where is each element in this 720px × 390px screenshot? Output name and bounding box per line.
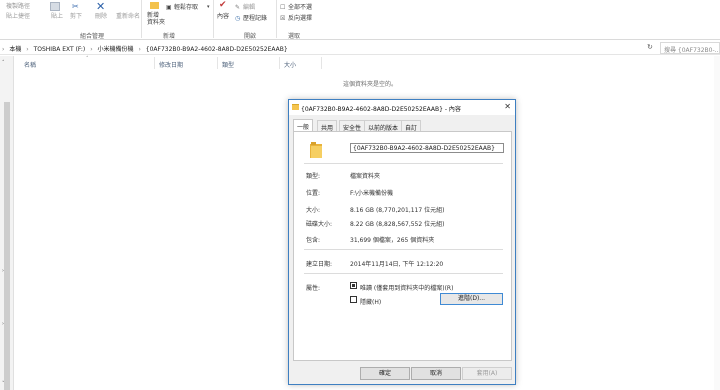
paste-button[interactable]: 貼上 bbox=[51, 13, 63, 20]
tab-customize[interactable]: 自訂 bbox=[401, 120, 422, 132]
readonly-checkbox[interactable] bbox=[350, 282, 357, 289]
edit-icon: ✎ bbox=[235, 4, 241, 11]
breadcrumb-item[interactable]: 小米機備份機 bbox=[98, 46, 134, 53]
navigation-pane: ˄ › › ˅ bbox=[0, 56, 14, 390]
rename-button[interactable]: 重新命名 bbox=[116, 13, 140, 20]
general-tab-panel: {0AF732B0-B9A2-4602-8A8D-D2E50252EAAB} 類… bbox=[293, 131, 512, 361]
breadcrumb-item[interactable]: TOSHIBA EXT (F:) bbox=[34, 46, 86, 53]
easy-access-button[interactable]: 輕鬆存取 bbox=[174, 4, 198, 11]
paste-icon bbox=[50, 2, 60, 11]
chevron-right-icon: › bbox=[90, 46, 93, 53]
column-divider[interactable] bbox=[217, 57, 218, 69]
size-value: 8.16 GB (8,770,201,117 位元組) bbox=[350, 207, 445, 214]
refresh-icon[interactable]: ↻ bbox=[647, 43, 653, 51]
contains-value: 31,699 個檔案，265 個資料夾 bbox=[350, 237, 435, 244]
divider bbox=[304, 163, 503, 164]
tab-previous-versions[interactable]: 以前的版本 bbox=[364, 120, 403, 132]
properties-button[interactable]: 內容 bbox=[217, 13, 229, 20]
invert-selection-icon: ☒ bbox=[280, 15, 286, 22]
location-label: 位置: bbox=[306, 190, 321, 197]
address-bar[interactable]: › 本機 › TOSHIBA EXT (F:) › 小米機備份機 › {0AF7… bbox=[0, 41, 720, 55]
chevron-right-icon[interactable]: › bbox=[2, 321, 4, 327]
column-divider[interactable] bbox=[279, 57, 280, 69]
chevron-right-icon: › bbox=[26, 46, 29, 53]
folder-name-field[interactable]: {0AF732B0-B9A2-4602-8A8D-D2E50252EAAB} bbox=[350, 143, 504, 153]
created-value: 2014年11月14日, 下午 12:12:20 bbox=[350, 261, 444, 268]
select-none-icon: ☐ bbox=[280, 4, 286, 11]
tab-general[interactable]: 一般 bbox=[293, 119, 314, 131]
close-icon[interactable]: ✕ bbox=[504, 102, 511, 111]
folder-icon bbox=[292, 104, 299, 110]
hidden-checkbox-label[interactable]: 隱藏(H) bbox=[360, 297, 381, 306]
properties-dialog: {0AF732B0-B9A2-4602-8A8D-D2E50252EAAB} -… bbox=[288, 99, 516, 385]
tab-sharing[interactable]: 共用 bbox=[317, 120, 338, 132]
ribbon: 複製路徑 貼上捷徑 貼上 ✂ 剪下 組合管理 ✕ 刪除 重新命名 新增 資料夾 … bbox=[0, 0, 720, 40]
history-button[interactable]: 歷程記錄 bbox=[243, 15, 267, 22]
invert-selection-button[interactable]: 反向選擇 bbox=[288, 15, 312, 22]
select-group-label: 選取 bbox=[288, 33, 301, 40]
disk-size-value: 8.22 GB (8,828,567,552 位元組) bbox=[350, 221, 445, 228]
chevron-up-icon[interactable]: ˄ bbox=[2, 60, 5, 66]
cancel-button[interactable]: 取消 bbox=[411, 367, 461, 380]
sort-up-icon: ˄ bbox=[86, 56, 89, 62]
dialog-title: {0AF732B0-B9A2-4602-8A8D-D2E50252EAAB} -… bbox=[301, 106, 461, 113]
edit-button[interactable]: 編輯 bbox=[243, 4, 255, 11]
new-group-label: 新增 bbox=[163, 33, 176, 40]
size-label: 大小: bbox=[306, 207, 321, 214]
chevron-right-icon[interactable]: › bbox=[2, 268, 4, 274]
disk-size-label: 磁碟大小: bbox=[306, 221, 333, 228]
column-header-name[interactable]: 名稱 bbox=[24, 60, 36, 69]
type-label: 類型: bbox=[306, 173, 321, 180]
history-icon: ◷ bbox=[235, 15, 241, 22]
folder-icon bbox=[310, 142, 322, 158]
breadcrumb-item[interactable]: {0AF732B0-B9A2-4602-8A8D-D2E50252EAAB} bbox=[146, 46, 288, 53]
column-divider[interactable] bbox=[321, 57, 322, 69]
chevron-right-icon: › bbox=[2, 46, 5, 53]
file-list-scrollbar[interactable] bbox=[714, 56, 720, 390]
created-label: 建立日期: bbox=[306, 261, 333, 268]
column-divider[interactable] bbox=[154, 57, 155, 69]
chevron-down-icon: ▾ bbox=[207, 4, 210, 10]
cut-icon: ✂ bbox=[72, 2, 79, 11]
copy-path-button[interactable]: 複製路徑 bbox=[6, 3, 30, 10]
delete-icon: ✕ bbox=[96, 0, 106, 13]
cut-button[interactable]: 剪下 bbox=[70, 13, 82, 20]
ribbon-separator bbox=[213, 0, 214, 38]
breadcrumb: › 本機 › TOSHIBA EXT (F:) › 小米機備份機 › {0AF7… bbox=[2, 44, 291, 53]
chevron-right-icon: › bbox=[138, 46, 141, 53]
new-folder-icon bbox=[150, 2, 159, 9]
breadcrumb-item[interactable]: 本機 bbox=[9, 46, 21, 53]
chevron-down-icon[interactable]: ˅ bbox=[2, 381, 5, 387]
select-none-button[interactable]: 全部不選 bbox=[288, 4, 312, 11]
paste-shortcut-button[interactable]: 貼上捷徑 bbox=[6, 13, 30, 20]
tab-security[interactable]: 安全性 bbox=[339, 120, 366, 132]
hidden-checkbox[interactable] bbox=[350, 296, 357, 303]
clipboard-group-label: 組合管理 bbox=[80, 33, 105, 40]
search-input[interactable]: 搜尋 {0AF732B0-... bbox=[660, 42, 720, 54]
properties-check-icon: ✔ bbox=[219, 0, 227, 10]
ribbon-separator bbox=[141, 0, 142, 38]
column-header-modified[interactable]: 修改日期 bbox=[159, 60, 183, 69]
location-value: F:\小米機備份機 bbox=[350, 190, 394, 197]
scrollbar-thumb[interactable] bbox=[4, 102, 10, 390]
ribbon-separator bbox=[276, 0, 277, 38]
readonly-checkbox-label[interactable]: 唯讀 (僅套用到資料夾中的檔案)(R) bbox=[360, 283, 453, 292]
ok-button[interactable]: 確定 bbox=[360, 367, 410, 380]
contains-label: 包含: bbox=[306, 237, 321, 244]
type-value: 檔案資料夾 bbox=[350, 173, 381, 180]
easy-access-icon: ▣ bbox=[166, 4, 172, 11]
open-group-label: 開啟 bbox=[244, 33, 257, 40]
apply-button[interactable]: 套用(A) bbox=[462, 367, 512, 380]
column-header-size[interactable]: 大小 bbox=[284, 60, 296, 69]
dialog-title-bar[interactable]: {0AF732B0-B9A2-4602-8A8D-D2E50252EAAB} -… bbox=[289, 100, 515, 115]
divider bbox=[304, 273, 503, 274]
attributes-label: 屬性: bbox=[306, 285, 321, 292]
new-folder-button[interactable]: 新增 資料夾 bbox=[147, 12, 165, 26]
divider bbox=[304, 249, 503, 250]
empty-folder-message: 這個資料夾是空的。 bbox=[343, 81, 398, 88]
delete-button[interactable]: 刪除 bbox=[95, 13, 107, 20]
advanced-button[interactable]: 進階(D)... bbox=[440, 293, 503, 305]
column-header-type[interactable]: 類型 bbox=[222, 60, 234, 69]
